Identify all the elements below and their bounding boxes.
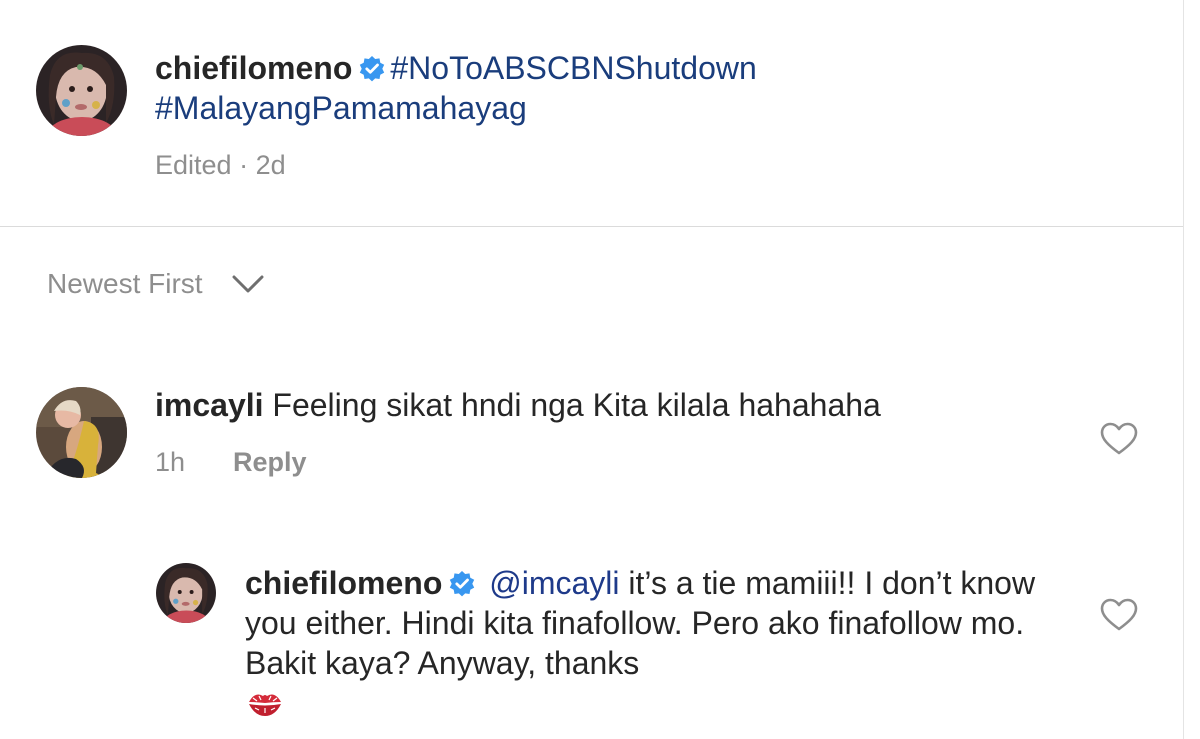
commenter-avatar[interactable]: [36, 387, 127, 478]
comment-sort-dropdown[interactable]: Newest First: [47, 268, 265, 300]
reply-button[interactable]: Reply: [233, 447, 307, 478]
hashtag-link[interactable]: #MalayangPamamahayag: [155, 90, 527, 126]
post-meta: Edited · 2d: [155, 150, 286, 181]
comment-timestamp: 1h: [155, 447, 186, 477]
sort-label: Newest First: [47, 268, 203, 299]
scrollbar[interactable]: [1183, 0, 1200, 739]
comment-text: imcayli Feeling sikat hndi nga Kita kila…: [155, 385, 1095, 425]
edited-label: Edited: [155, 150, 232, 180]
avatar-image: [36, 387, 127, 478]
mention-link[interactable]: @imcayli: [489, 565, 619, 601]
post-caption: chiefilomeno #NoToABSCBNShutdown #Malayan…: [155, 48, 1165, 128]
avatar-image: [36, 45, 127, 136]
verified-badge-icon: [358, 52, 386, 82]
meta-separator: ·: [239, 150, 249, 180]
section-divider: [0, 226, 1183, 227]
post-timestamp: 2d: [255, 150, 286, 180]
comment-body: Feeling sikat hndi nga Kita kilala hahah…: [272, 387, 881, 423]
kiss-mark-icon: [245, 687, 285, 717]
comment-meta: 1h Reply: [155, 447, 307, 478]
verified-badge-icon: [448, 567, 476, 597]
commenter-username[interactable]: imcayli: [155, 387, 264, 423]
hashtag-link[interactable]: #NoToABSCBNShutdown: [390, 50, 756, 86]
post-author-username[interactable]: chiefilomeno: [155, 50, 352, 86]
reply-text: chiefilomeno @imcayli it’s a tie mamiii!…: [245, 563, 1095, 723]
avatar-image: [156, 563, 216, 623]
chevron-down-icon: [231, 273, 265, 295]
reply-author-username[interactable]: chiefilomeno: [245, 565, 442, 601]
like-heart-icon[interactable]: [1100, 422, 1138, 456]
reply-author-avatar[interactable]: [156, 563, 216, 623]
like-heart-icon[interactable]: [1100, 598, 1138, 632]
post-author-avatar[interactable]: [36, 45, 127, 136]
